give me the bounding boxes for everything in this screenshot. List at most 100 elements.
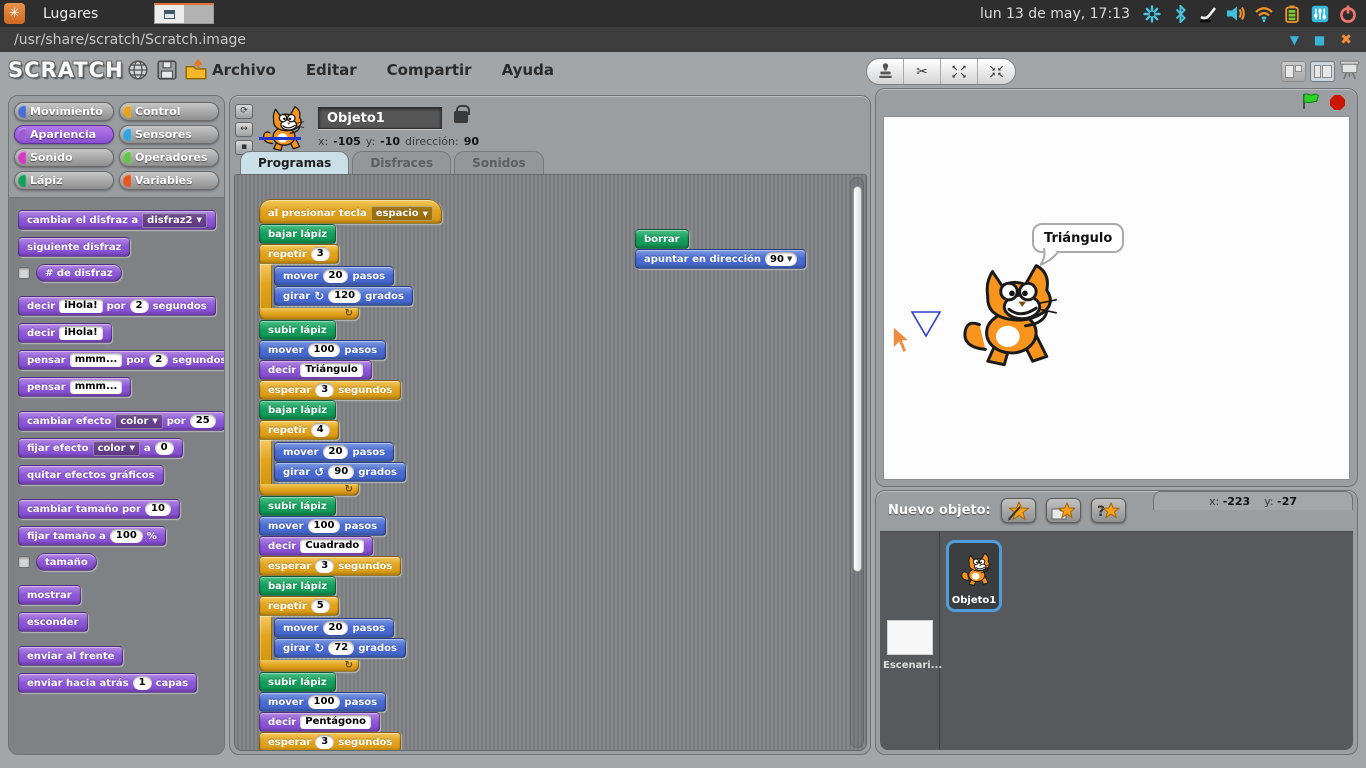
sprite-list-item-objeto1[interactable]: Objeto1: [946, 540, 1002, 612]
rotate-style-leftright-icon[interactable]: ↔: [235, 122, 253, 137]
number-input[interactable]: 2: [149, 353, 169, 367]
number-input[interactable]: 10: [144, 502, 171, 516]
script-block[interactable]: al presionar tecla espacio ▼: [259, 199, 442, 224]
active-window-button[interactable]: [155, 5, 185, 23]
script-block[interactable]: esperar 3 segundos: [259, 556, 402, 576]
wifi-icon[interactable]: [1254, 4, 1274, 24]
paint-new-sprite-icon[interactable]: [1000, 498, 1036, 523]
script-block[interactable]: girar ↺ 90 grados: [274, 462, 407, 482]
dropdown-input[interactable]: espacio ▼: [370, 206, 433, 221]
presentation-mode-icon[interactable]: [1339, 59, 1360, 84]
number-input[interactable]: 3: [315, 735, 335, 749]
dropdown-input[interactable]: color ▼: [115, 413, 163, 429]
script-block[interactable]: pensar mmm... por 2 segundos: [18, 350, 224, 370]
save-icon[interactable]: [156, 59, 178, 81]
scrollbar-thumb[interactable]: [852, 186, 862, 572]
menu-compartir[interactable]: Compartir: [387, 61, 472, 79]
category-sonido[interactable]: Sonido: [14, 148, 114, 167]
number-input[interactable]: 20: [322, 445, 349, 459]
script-block[interactable]: apuntar en dirección 90 ▼: [635, 249, 807, 269]
script-block[interactable]: repetir 5 mover 20 pasos girar ↻ 72 grados ↻: [259, 596, 407, 672]
script-block[interactable]: cambiar tamaño por 10: [18, 499, 180, 519]
reporter-block[interactable]: # de disfraz: [36, 264, 122, 282]
distro-logo-icon[interactable]: ✳: [4, 3, 25, 24]
script-block[interactable]: esperar 3 segundos: [259, 732, 402, 750]
number-input[interactable]: 4: [310, 423, 330, 437]
script-block[interactable]: quitar efectos gráficos: [18, 465, 164, 485]
inactive-window-button[interactable]: [184, 5, 214, 23]
script-block[interactable]: mover 100 pasos: [259, 516, 387, 536]
script-block[interactable]: enviar al frente: [18, 646, 124, 666]
script-block[interactable]: decir iHola! por 2 segundos: [18, 296, 216, 316]
script-block[interactable]: mostrar: [18, 585, 81, 605]
dropdown-input[interactable]: color ▼: [92, 440, 140, 456]
number-input[interactable]: 3: [310, 247, 330, 261]
script-block[interactable]: mover 100 pasos: [259, 340, 387, 360]
number-input[interactable]: 90: [328, 465, 355, 479]
script-block[interactable]: fijar tamaño a 100%: [18, 526, 166, 546]
watcher-checkbox[interactable]: [18, 267, 30, 279]
script-block[interactable]: mover 20 pasos: [274, 618, 395, 638]
script-block[interactable]: bajar lápiz: [259, 576, 337, 596]
number-input[interactable]: 100: [109, 529, 143, 543]
script-block[interactable]: repetir 3 mover 20 pasos girar ↻ 120 grados ↻: [259, 244, 413, 320]
script-scrollbar[interactable]: [850, 177, 864, 748]
volume-icon[interactable]: [1226, 4, 1246, 24]
script-block[interactable]: repetir 4 mover 20 pasos girar ↺ 90 grados ↻: [259, 420, 407, 496]
script-block[interactable]: mover 20 pasos: [274, 442, 395, 462]
script-block[interactable]: bajar lápiz: [259, 400, 337, 420]
script-block[interactable]: mover 20 pasos: [274, 266, 395, 286]
text-input[interactable]: Pentágono: [300, 715, 372, 729]
number-input[interactable]: 120: [328, 289, 362, 303]
minimize-icon[interactable]: ▼: [1290, 33, 1299, 47]
text-input[interactable]: mmm...: [69, 380, 123, 394]
script-block[interactable]: mover 100 pasos: [259, 692, 387, 712]
script-block[interactable]: fijar efecto color ▼ a 0: [18, 438, 183, 458]
bluetooth-icon[interactable]: [1170, 4, 1190, 24]
menu-editar[interactable]: Editar: [306, 61, 357, 79]
number-dropdown-input[interactable]: 90 ▼: [765, 252, 798, 266]
script-block[interactable]: decir Cuadrado: [259, 536, 374, 556]
number-input[interactable]: 3: [315, 383, 335, 397]
number-input[interactable]: 25: [189, 414, 216, 428]
scissors-delete-icon[interactable]: ✂: [904, 59, 941, 84]
number-input[interactable]: 20: [322, 269, 349, 283]
category-operadores[interactable]: Operadores: [119, 148, 219, 167]
stylus-icon[interactable]: [1198, 4, 1218, 24]
number-input[interactable]: 3: [315, 559, 335, 573]
battery-icon[interactable]: [1282, 4, 1302, 24]
watcher-checkbox[interactable]: [18, 556, 30, 568]
script-block[interactable]: siguiente disfraz: [18, 237, 131, 257]
script-block[interactable]: borrar: [635, 229, 689, 249]
number-input[interactable]: 0: [154, 441, 174, 455]
maximize-icon[interactable]: ■: [1314, 33, 1325, 47]
category-lápiz[interactable]: Lápiz: [14, 171, 114, 190]
text-input[interactable]: Cuadrado: [300, 539, 365, 553]
language-globe-icon[interactable]: [127, 59, 149, 81]
stamp-duplicate-icon[interactable]: [867, 59, 904, 84]
stage[interactable]: Triángulo: [883, 116, 1350, 480]
window-list-applet[interactable]: [154, 3, 215, 24]
number-input[interactable]: 1: [132, 676, 152, 690]
shrink-sprite-icon[interactable]: ↘ ↙ ↗ ↖: [978, 59, 1015, 84]
number-input[interactable]: 100: [307, 695, 341, 709]
script-area[interactable]: al presionar tecla espacio ▼ bajar lápiz rep…: [234, 174, 867, 751]
script-block[interactable]: esconder: [18, 612, 88, 632]
cat-sprite-on-stage[interactable]: [950, 255, 1068, 373]
number-input[interactable]: 100: [307, 343, 341, 357]
script-block[interactable]: subir lápiz: [259, 320, 336, 340]
category-control[interactable]: Control: [119, 102, 219, 121]
number-input[interactable]: 72: [328, 641, 355, 655]
flower-icon[interactable]: [1142, 4, 1162, 24]
tab-disfraces[interactable]: Disfraces: [352, 151, 452, 174]
script-block[interactable]: enviar hacia atrás 1 capas: [18, 673, 198, 693]
grow-sprite-icon[interactable]: ↖ ↗ ↙ ↘: [941, 59, 978, 84]
text-input[interactable]: mmm...: [69, 353, 123, 367]
surprise-sprite-icon[interactable]: ?: [1090, 498, 1126, 523]
desktop-menu-lugares[interactable]: Lugares: [33, 0, 140, 27]
tab-programas[interactable]: Programas: [240, 151, 350, 174]
sprite-name-input[interactable]: Objeto1: [318, 107, 442, 129]
text-input[interactable]: Triángulo: [300, 363, 363, 377]
close-icon[interactable]: ✖: [1340, 32, 1352, 48]
script-block[interactable]: cambiar efecto color ▼ por 25: [18, 411, 224, 431]
